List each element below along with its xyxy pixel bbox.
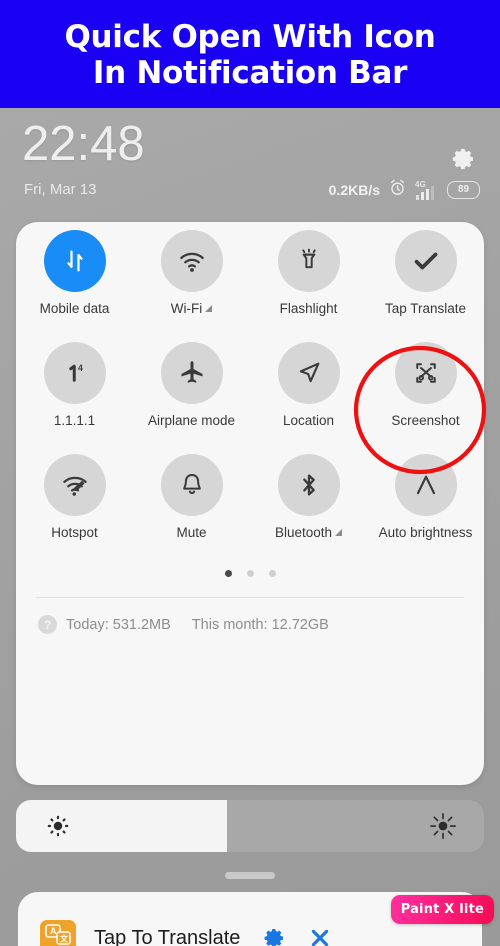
title-banner: Quick Open With Icon In Notification Bar [0,0,500,108]
quick-settings-row: Hotspot Mute Bluetooth Auto brightness [16,454,484,566]
paint-x-lite-watermark: Paint X lite [390,895,494,924]
checkmark-icon[interactable] [394,230,457,292]
tile-label: Airplane mode [148,413,235,429]
tile-label-text: Location [282,413,335,428]
tile-label-text: Tap Translate [384,301,467,316]
tap-to-translate-app-icon: A 文 [40,920,76,946]
wifi-icon[interactable] [160,230,223,292]
tile-label: Location [283,413,334,429]
tile-hotspot[interactable]: Hotspot [16,454,133,566]
clock-date: Fri, Mar 13 [24,181,97,198]
tile-label: Mute [176,525,206,541]
tile-label: 1.1.1.1 [54,413,95,429]
expand-triangle-icon[interactable] [335,529,343,536]
one-one-one-one-icon[interactable]: 4 [43,342,106,404]
auto-brightness-a-icon[interactable] [394,454,457,516]
mobile-data-icon[interactable] [43,230,106,292]
battery-indicator: 89 [447,181,480,199]
tile-label-text: Screenshot [391,413,460,428]
tile-location[interactable]: Location [250,342,367,454]
notification-title: Tap To Translate [94,927,241,946]
tile-airplane-mode[interactable]: Airplane mode [133,342,250,454]
watermark-text: Paint X lite [400,902,484,917]
tile-tap-translate[interactable]: Tap Translate [367,230,484,342]
panel-drag-handle[interactable] [225,872,275,879]
tile-auto-brightness[interactable]: Auto brightness [367,454,484,566]
status-area: 22:48 Fri, Mar 13 0.2KB/s 4G 89 [0,108,500,218]
panel-divider [36,597,464,598]
tile-flashlight[interactable]: Flashlight [250,230,367,342]
svg-text:4: 4 [78,363,83,373]
brightness-slider[interactable] [16,800,484,852]
tile-mobile-data[interactable]: Mobile data [16,230,133,342]
svg-text:A: A [50,926,57,936]
bluetooth-icon[interactable] [277,454,340,516]
page-dot-2[interactable] [246,570,254,577]
location-arrow-icon[interactable] [277,342,340,404]
flashlight-icon[interactable] [277,230,340,292]
page-dot-1[interactable] [224,570,232,577]
network-speed-label: 0.2KB/s [328,182,380,198]
alarm-clock-icon [388,178,407,202]
tile-one-one-one-one[interactable]: 4 1.1.1.1 [16,342,133,454]
help-question-icon[interactable]: ? [38,615,57,634]
tile-label: Auto brightness [379,525,473,541]
brightness-low-icon [46,814,70,838]
tile-label: Wi-Fi [170,301,213,317]
notification-close-x-icon[interactable] [308,926,332,946]
svg-text:文: 文 [60,934,69,944]
tile-label: Mobile data [40,301,110,317]
battery-level-label: 89 [457,184,470,195]
tile-label-text: Auto brightness [378,525,473,540]
notification-settings-gear-icon[interactable] [262,926,286,946]
page-dot-3[interactable] [268,570,276,577]
quick-settings-row: 4 1.1.1.1 Airplane mode Location Screens… [16,342,484,454]
tile-bluetooth[interactable]: Bluetooth [250,454,367,566]
quick-settings-panel: Mobile data Wi-Fi Flashlight Tap Transla… [16,222,484,785]
page-indicator-dots[interactable] [16,570,484,577]
quick-settings-row: Mobile data Wi-Fi Flashlight Tap Transla… [16,230,484,342]
data-usage-row[interactable]: ? Today: 531.2MB This month: 12.72GB [38,615,329,634]
tile-label: Tap Translate [385,301,466,317]
tile-label: Screenshot [391,413,459,429]
tile-label-text: Airplane mode [147,413,236,428]
banner-line-2: In Notification Bar [92,55,408,91]
tile-screenshot[interactable]: Screenshot [367,342,484,454]
status-indicators: 0.2KB/s 4G 89 [328,178,480,202]
tile-label-text: Mute [176,525,207,540]
hotspot-icon[interactable] [43,454,106,516]
data-usage-today: Today: 531.2MB [66,616,171,633]
data-usage-month: This month: 12.72GB [191,616,329,633]
tile-label-text: Wi-Fi [170,301,203,316]
bell-icon[interactable] [160,454,223,516]
tile-label: Flashlight [280,301,338,317]
brightness-high-icon [430,813,456,839]
signal-bars-icon: 4G [415,180,439,200]
tile-label-text: Hotspot [51,525,98,540]
tile-label-text: 1.1.1.1 [53,413,96,428]
tile-wifi[interactable]: Wi-Fi [133,230,250,342]
phone-screenshot: 22:48 Fri, Mar 13 0.2KB/s 4G 89 Mobile d… [0,108,500,946]
tile-mute[interactable]: Mute [133,454,250,566]
screenshot-scissors-icon[interactable] [394,342,457,404]
banner-line-1: Quick Open With Icon [64,19,436,55]
tile-label-text: Mobile data [39,301,110,316]
tile-label-text: Bluetooth [274,525,333,540]
airplane-icon[interactable] [160,342,223,404]
tile-label: Bluetooth [274,525,343,541]
clock-time: 22:48 [22,117,145,171]
settings-gear-icon[interactable] [451,146,477,172]
notification-header: A 文 Tap To Translate [40,920,332,946]
expand-triangle-icon[interactable] [205,305,213,312]
tile-label-text: Flashlight [279,301,338,316]
tile-label: Hotspot [51,525,98,541]
